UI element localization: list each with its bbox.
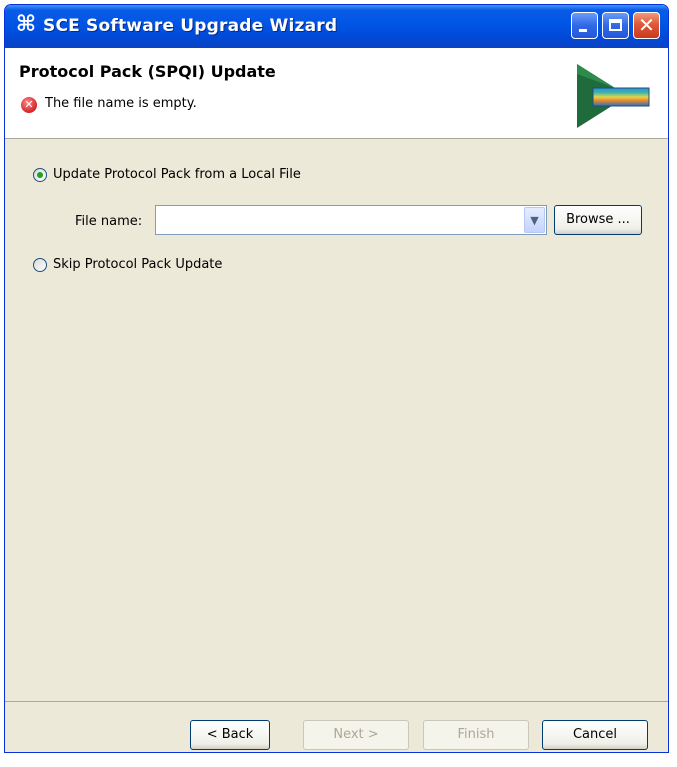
local-file-radio[interactable] xyxy=(33,168,47,182)
maximize-button[interactable] xyxy=(602,12,629,39)
finish-button[interactable]: Finish xyxy=(423,720,529,750)
close-icon: ✕ xyxy=(638,13,655,37)
cancel-button[interactable]: Cancel xyxy=(542,720,648,750)
wizard-window: ⌘ SCE Software Upgrade Wizard ✕ Protocol… xyxy=(4,4,669,753)
file-name-label: File name: xyxy=(75,214,143,229)
next-button[interactable]: Next > xyxy=(303,720,409,750)
local-file-radio-label[interactable]: Update Protocol Pack from a Local File xyxy=(53,167,301,182)
app-icon: ⌘ xyxy=(15,12,37,37)
file-name-combobox[interactable]: ▼ xyxy=(155,205,547,235)
maximize-icon xyxy=(609,19,622,31)
page-title: Protocol Pack (SPQI) Update xyxy=(19,62,276,81)
title-bar[interactable]: ⌘ SCE Software Upgrade Wizard ✕ xyxy=(5,5,668,48)
wizard-header: Protocol Pack (SPQI) Update ✕ The file n… xyxy=(5,48,668,139)
minimize-button[interactable] xyxy=(571,12,598,39)
back-button[interactable]: < Back xyxy=(190,720,270,750)
wizard-banner-icon xyxy=(577,64,650,128)
minimize-icon xyxy=(579,29,587,32)
skip-update-radio[interactable] xyxy=(33,258,47,272)
chevron-down-icon[interactable]: ▼ xyxy=(524,207,545,233)
button-bar: < Back Next > Finish Cancel xyxy=(5,702,668,752)
window-title: SCE Software Upgrade Wizard xyxy=(43,16,338,36)
error-message: The file name is empty. xyxy=(45,96,197,111)
browse-button[interactable]: Browse ... xyxy=(554,205,642,235)
skip-update-radio-label[interactable]: Skip Protocol Pack Update xyxy=(53,257,222,272)
error-icon: ✕ xyxy=(21,97,37,113)
close-button[interactable]: ✕ xyxy=(633,12,660,39)
